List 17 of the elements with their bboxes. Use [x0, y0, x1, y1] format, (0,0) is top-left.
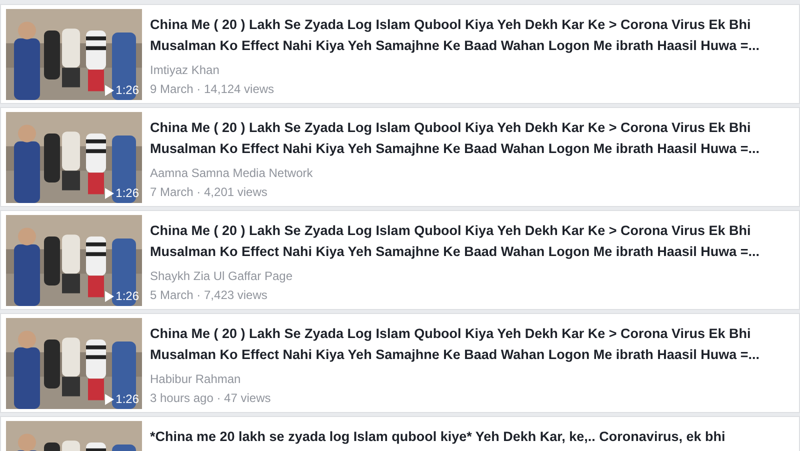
video-duration: 1:26 — [116, 186, 139, 200]
video-title[interactable]: China Me ( 20 ) Lakh Se Zyada Log Islam Qubool Kiya Yeh Dekh Kar Ke > Corona Virus Ek Bhi Musalman Ko Effect Nahi Kiya Yeh Samajhne Ke Baad Wahan Logon Me ibrath Haasil Huwa =... — [150, 117, 780, 159]
video-title[interactable]: China Me ( 20 ) Lakh Se Zyada Log Islam Qubool Kiya Yeh Dekh Kar Ke > Corona Virus Ek Bhi Musalman Ko Effect Nahi Kiya Yeh Samajhne Ke Baad Wahan Logon Me ibrath Haasil Huwa =... — [150, 323, 780, 365]
play-icon — [104, 290, 114, 302]
video-title[interactable]: China Me ( 20 ) Lakh Se Zyada Log Islam Qubool Kiya Yeh Dekh Kar Ke > Corona Virus Ek Bhi Musalman Ko Effect Nahi Kiya Yeh Samajhne Ke Baad Wahan Logon Me ibrath Haasil Huwa =... — [150, 14, 780, 56]
video-title[interactable]: *China me 20 lakh se zyada log Islam qubool kiye* Yeh Dekh Kar, ke,.. Coronavirus, ek bhi — [150, 426, 780, 447]
video-duration: 1:26 — [116, 83, 139, 97]
video-meta: 7 March · 4,201 views — [150, 184, 268, 201]
video-meta: 3 hours ago · 47 views — [150, 390, 272, 407]
play-icon — [104, 394, 114, 404]
video-meta: 9 March · 14,124 views — [150, 81, 276, 98]
video-duration: 1:26 — [116, 392, 139, 406]
video-meta: 5 March · 7,423 views — [150, 287, 268, 304]
video-title[interactable]: China Me ( 20 ) Lakh Se Zyada Log Islam Qubool Kiya Yeh Dekh Kar Ke > Corona Virus Ek Bhi Musalman Ko Effect Nahi Kiya Yeh Samajhne Ke Baad Wahan Logon Me ibrath Haasil Huwa =... — [150, 220, 780, 262]
video-duration: 1:26 — [116, 289, 139, 303]
play-icon — [104, 84, 114, 96]
play-icon — [104, 188, 114, 198]
